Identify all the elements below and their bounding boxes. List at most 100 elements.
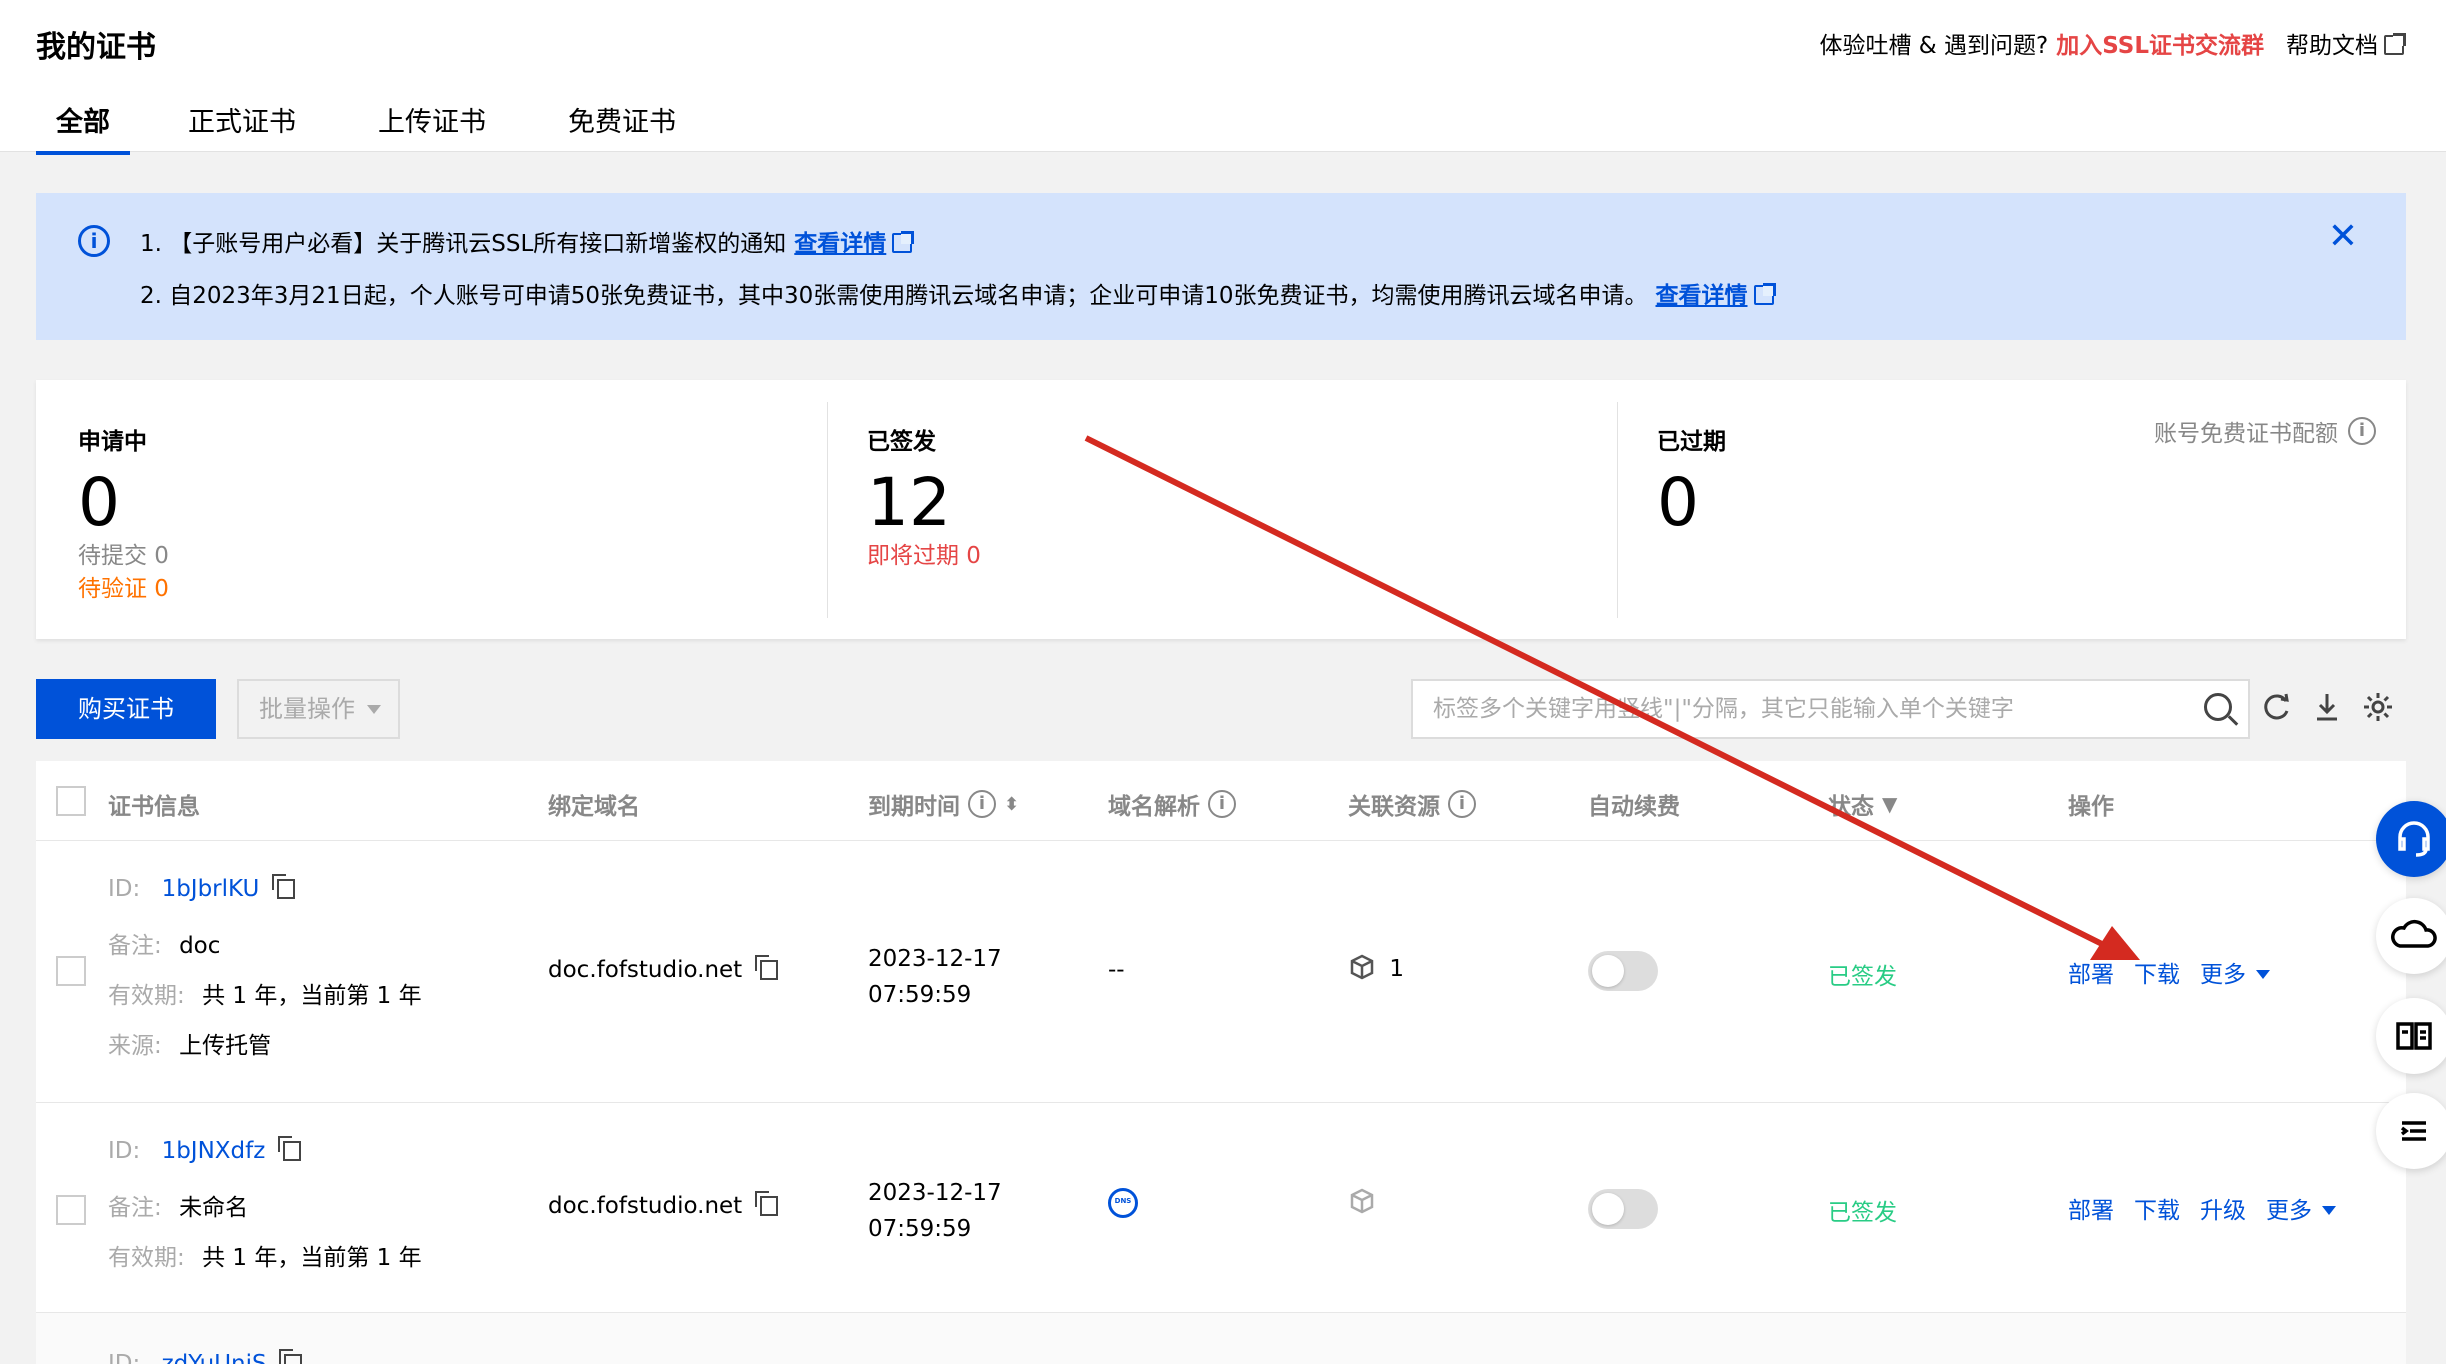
info-icon: i bbox=[2348, 417, 2376, 445]
col-dns-label: 域名解析 bbox=[1108, 794, 1200, 820]
col-expire[interactable]: 到期时间 i ⬍ bbox=[868, 787, 1019, 821]
copy-icon[interactable] bbox=[277, 1136, 301, 1161]
bound-domain: doc.fofstudio.net bbox=[548, 955, 778, 983]
sort-icon[interactable]: ⬍ bbox=[1004, 794, 1019, 815]
external-link-icon bbox=[1753, 283, 1776, 305]
cube-icon bbox=[1350, 954, 1374, 980]
search-input[interactable] bbox=[1413, 681, 2173, 737]
page-title: 我的证书 bbox=[36, 30, 156, 65]
notice-details-link-2[interactable]: 查看详情 bbox=[1656, 283, 1748, 309]
caret-down-icon bbox=[2256, 970, 2270, 979]
cloud-icon bbox=[2391, 919, 2437, 948]
header-links: 体验吐槽 & 遇到问题? 加入SSL证书交流群 帮助文档 bbox=[1819, 26, 2406, 60]
col-auto-renew: 自动续费 bbox=[1588, 794, 1680, 820]
tab-free[interactable]: 免费证书 bbox=[548, 100, 700, 155]
stat-value: 0 bbox=[78, 464, 120, 541]
cert-source-line: 来源: 上传托管 bbox=[108, 1026, 271, 1060]
auto-renew-toggle[interactable] bbox=[1588, 1189, 1658, 1229]
page: 我的证书 体验吐槽 & 遇到问题? 加入SSL证书交流群 帮助文档 全部 正式证… bbox=[0, 0, 2446, 1364]
page-header: 我的证书 体验吐槽 & 遇到问题? 加入SSL证书交流群 帮助文档 全部 正式证… bbox=[0, 0, 2446, 155]
cert-note: doc bbox=[179, 933, 221, 959]
download-link[interactable]: 下载 bbox=[2134, 1191, 2180, 1225]
stat-label: 已过期 bbox=[1657, 429, 1726, 455]
cert-id-link[interactable]: 1bJbrlKU bbox=[162, 876, 260, 902]
settings-gear-icon[interactable] bbox=[2360, 690, 2396, 726]
batch-label: 批量操作 bbox=[259, 695, 355, 723]
col-status[interactable]: 状态 ▼ bbox=[1828, 787, 1897, 821]
buy-certificate-button[interactable]: 购买证书 bbox=[36, 679, 216, 739]
auto-renew-toggle[interactable] bbox=[1588, 951, 1658, 991]
free-quota-label: 账号免费证书配额 bbox=[2154, 421, 2338, 447]
source-label: 来源: bbox=[108, 1033, 162, 1059]
copy-icon[interactable] bbox=[271, 874, 295, 899]
certificate-table: 证书信息 绑定域名 到期时间 i ⬍ 域名解析 i 关联资源 i 自动续费 状态 ▼ 操作… bbox=[36, 761, 2406, 1364]
copy-icon[interactable] bbox=[754, 955, 778, 980]
docs-button[interactable] bbox=[2376, 998, 2446, 1074]
cert-id-link[interactable]: 1bJNXdfz bbox=[162, 1138, 266, 1164]
cert-validity-line: 有效期: 共 1 年，当前第 1 年 bbox=[108, 976, 422, 1010]
cert-validity: 共 1 年，当前第 1 年 bbox=[202, 983, 422, 1009]
row-actions: 部署 下载 更多 bbox=[2068, 955, 2270, 989]
pending-verify[interactable]: 待验证 0 bbox=[78, 569, 169, 603]
related-resources[interactable]: 1 bbox=[1348, 953, 1404, 982]
tab-all[interactable]: 全部 bbox=[36, 100, 130, 155]
stat-label: 已签发 bbox=[867, 429, 936, 455]
notice-details-link-1[interactable]: 查看详情 bbox=[794, 231, 886, 257]
tab-upload[interactable]: 上传证书 bbox=[358, 100, 510, 155]
stat-value: 0 bbox=[1657, 464, 1699, 541]
dns-globe-icon[interactable] bbox=[1108, 1188, 1138, 1218]
download-link[interactable]: 下载 bbox=[2134, 955, 2180, 989]
menu-button[interactable] bbox=[2376, 1093, 2446, 1169]
expire-date: 2023-12-17 bbox=[868, 946, 1002, 972]
deploy-link[interactable]: 部署 bbox=[2068, 955, 2114, 989]
external-link-icon bbox=[2384, 33, 2406, 55]
cloud-button[interactable] bbox=[2376, 898, 2446, 974]
stat-value: 12 bbox=[867, 464, 951, 541]
bound-domain: doc.fofstudio.net bbox=[548, 1191, 778, 1219]
help-docs-link[interactable]: 帮助文档 bbox=[2286, 26, 2406, 60]
notice-line-2: 2. 自2023年3月21日起，个人账号可申请50张免费证书，其中30张需使用腾… bbox=[140, 276, 1776, 310]
col-actions: 操作 bbox=[2068, 794, 2114, 820]
book-icon bbox=[2396, 1022, 2432, 1050]
join-group-link[interactable]: 加入SSL证书交流群 bbox=[2056, 26, 2264, 60]
upgrade-link[interactable]: 升级 bbox=[2200, 1191, 2246, 1225]
col-domain: 绑定域名 bbox=[548, 794, 640, 820]
validity-label: 有效期: bbox=[108, 983, 185, 1009]
customer-service-button[interactable] bbox=[2376, 801, 2446, 877]
pending-submit[interactable]: 待提交 0 bbox=[78, 536, 169, 570]
deploy-link[interactable]: 部署 bbox=[2068, 1191, 2114, 1225]
info-icon: i bbox=[1208, 790, 1236, 818]
col-dns: 域名解析 i bbox=[1108, 787, 1236, 821]
refresh-icon[interactable] bbox=[2258, 690, 2294, 726]
more-dropdown[interactable]: 更多 bbox=[2266, 1191, 2336, 1225]
expiring-soon[interactable]: 即将过期 0 bbox=[867, 536, 981, 570]
related-resources[interactable] bbox=[1348, 1187, 1376, 1216]
more-dropdown[interactable]: 更多 bbox=[2200, 955, 2270, 989]
search-icon[interactable] bbox=[2204, 693, 2232, 721]
cert-validity-line: 有效期: 共 1 年，当前第 1 年 bbox=[108, 1238, 422, 1272]
batch-operation-dropdown[interactable]: 批量操作 bbox=[237, 679, 400, 739]
cert-note-line: 备注: doc bbox=[108, 926, 220, 960]
row-checkbox[interactable] bbox=[56, 956, 86, 986]
domain-text: doc.fofstudio.net bbox=[548, 1193, 743, 1219]
cert-id-link[interactable]: zdYuUniS bbox=[162, 1351, 267, 1364]
divider bbox=[1617, 402, 1618, 618]
note-label: 备注: bbox=[108, 933, 162, 959]
free-quota[interactable]: 账号免费证书配额 i bbox=[2154, 414, 2376, 448]
id-label: ID: bbox=[108, 1351, 141, 1364]
row-checkbox[interactable] bbox=[56, 1195, 86, 1225]
expire-clock: 07:59:59 bbox=[868, 982, 972, 1008]
notice-text-2: 2. 自2023年3月21日起，个人账号可申请50张免费证书，其中30张需使用腾… bbox=[140, 283, 1648, 309]
close-icon[interactable]: ✕ bbox=[2328, 219, 2358, 255]
download-icon[interactable] bbox=[2309, 690, 2345, 726]
filter-icon[interactable]: ▼ bbox=[1882, 792, 1897, 816]
copy-icon[interactable] bbox=[754, 1191, 778, 1216]
notice-banner: i 1. 【子账号用户必看】关于腾讯云SSL所有接口新增鉴权的通知 查看详情 2.… bbox=[36, 193, 2406, 340]
stats-card: 申请中 0 待提交 0 待验证 0 已签发 12 即将过期 0 已过期 0 账号… bbox=[36, 380, 2406, 639]
copy-icon[interactable] bbox=[278, 1349, 302, 1364]
select-all-checkbox[interactable] bbox=[56, 786, 86, 816]
feedback-text[interactable]: 体验吐槽 & 遇到问题? bbox=[1819, 26, 2048, 60]
info-icon: i bbox=[78, 225, 110, 257]
tab-official[interactable]: 正式证书 bbox=[168, 100, 320, 155]
resource-count: 1 bbox=[1389, 956, 1404, 982]
